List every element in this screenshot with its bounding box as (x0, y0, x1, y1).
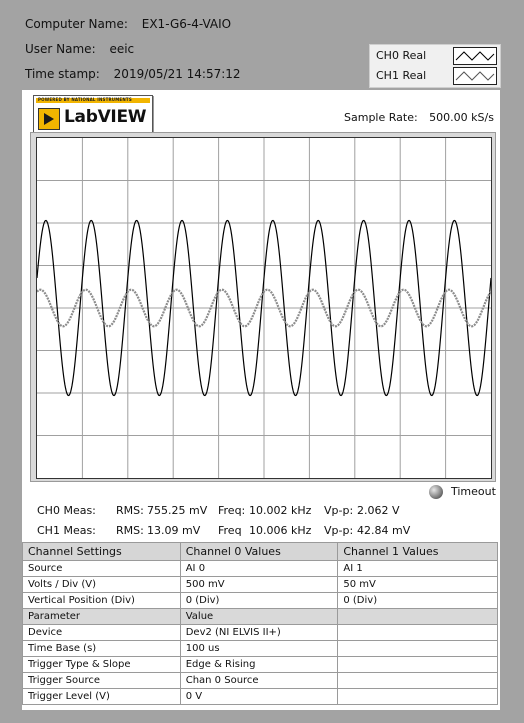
table-cell: Time Base (s) (22, 640, 181, 657)
user-name-label: User Name: (25, 42, 96, 56)
plot-grid (37, 138, 491, 478)
sample-rate-value: 500.00 kS/s (429, 111, 494, 124)
parameter-header-row: Parameter Value (22, 608, 498, 625)
waveform-chart (37, 138, 491, 478)
report-panel: POWERED BY NATIONAL INSTRUMENTS LabVIEW … (22, 90, 500, 710)
table-cell (337, 640, 498, 657)
table-row: Volts / Div (V) 500 mV 50 mV (22, 576, 498, 593)
table-cell: 0 (Div) (337, 592, 498, 609)
header-cell (337, 608, 498, 625)
legend-ch0-wave-icon (455, 51, 495, 61)
timeout-led-icon (429, 485, 443, 499)
time-stamp-row: Time stamp: 2019/05/21 14:57:12 (25, 67, 241, 81)
settings-header-row: Channel Settings Channel 0 Values Channe… (22, 542, 498, 561)
table-cell: Trigger Source (22, 672, 181, 689)
ch1-freq-value: 10.006 kHz (249, 524, 312, 537)
legend-ch0-label: CH0 Real (376, 49, 427, 62)
table-cell: AI 0 (179, 560, 339, 577)
sample-rate: Sample Rate: 500.00 kS/s (344, 111, 494, 124)
table-cell (337, 624, 498, 641)
user-name-row: User Name: eeic (25, 42, 134, 56)
ch1-vpp-label: Vp-p: (324, 524, 354, 537)
ch0-rms-value: 755.25 mV (147, 504, 208, 517)
plot-legend[interactable]: CH0 Real CH1 Real (369, 44, 501, 88)
computer-name-row: Computer Name: EX1-G6-4-VAIO (25, 17, 231, 31)
computer-name-label: Computer Name: (25, 17, 128, 31)
header-cell: Channel Settings (22, 542, 181, 561)
legend-ch1-label: CH1 Real (376, 69, 427, 82)
table-cell: 100 us (179, 640, 339, 657)
table-row: Source AI 0 AI 1 (22, 560, 498, 577)
table-row: Vertical Position (Div) 0 (Div) 0 (Div) (22, 592, 498, 609)
time-stamp-value: 2019/05/21 14:57:12 (113, 67, 241, 81)
user-name-value: eeic (109, 42, 135, 56)
ch0-meas-label: CH0 Meas: (37, 504, 96, 517)
table-cell: 0 (Div) (179, 592, 339, 609)
table-cell: AI 1 (337, 560, 498, 577)
waveform-plot-area[interactable] (36, 137, 492, 479)
ch0-rms-label: RMS: (116, 504, 144, 517)
logo-powered-text: POWERED BY NATIONAL INSTRUMENTS (38, 97, 132, 102)
table-row: Device Dev2 (NI ELVIS II+) (22, 624, 498, 641)
ch0-freq-value: 10.002 kHz (249, 504, 312, 517)
table-cell (337, 656, 498, 673)
table-cell: 500 mV (179, 576, 339, 593)
table-row: Trigger Level (V) 0 V (22, 688, 498, 705)
table-cell: Device (22, 624, 181, 641)
logo-text: LabVIEW (64, 107, 147, 127)
legend-ch1-wave-icon (455, 71, 495, 81)
header-cell: Parameter (22, 608, 181, 625)
ch1-meas-label: CH1 Meas: (37, 524, 96, 537)
table-cell: Trigger Level (V) (22, 688, 181, 705)
table-cell: Vertical Position (Div) (22, 592, 181, 609)
timeout-label: Timeout (451, 485, 496, 498)
time-stamp-label: Time stamp: (25, 67, 100, 81)
ch1-rms-label: RMS: (116, 524, 144, 537)
table-row: Time Base (s) 100 us (22, 640, 498, 657)
table-cell: Chan 0 Source (179, 672, 339, 689)
table-cell: 50 mV (337, 576, 498, 593)
table-cell: Trigger Type & Slope (22, 656, 181, 673)
table-cell: Edge & Rising (179, 656, 339, 673)
table-cell: Volts / Div (V) (22, 576, 181, 593)
table-cell: 0 V (179, 688, 339, 705)
labview-glyph-icon (38, 108, 60, 130)
table-cell (337, 688, 498, 705)
legend-ch0-swatch[interactable] (453, 47, 497, 65)
computer-name-value: EX1-G6-4-VAIO (141, 17, 232, 31)
table-cell (337, 672, 498, 689)
table-row: Trigger Type & Slope Edge & Rising (22, 656, 498, 673)
waveform-graph-frame (30, 132, 496, 482)
legend-ch1-swatch[interactable] (453, 67, 497, 85)
table-cell: Source (22, 560, 181, 577)
sample-rate-label: Sample Rate: (344, 111, 418, 124)
ch1-rms-value: 13.09 mV (147, 524, 201, 537)
ch1-freq-label: Freq (218, 524, 242, 537)
header-cell: Channel 0 Values (179, 542, 339, 561)
ch1-vpp-value: 42.84 mV (357, 524, 411, 537)
table-cell: Dev2 (NI ELVIS II+) (179, 624, 339, 641)
table-row: Trigger Source Chan 0 Source (22, 672, 498, 689)
header-cell: Value (179, 608, 339, 625)
ch0-freq-label: Freq: (218, 504, 246, 517)
header-cell: Channel 1 Values (337, 542, 498, 561)
labview-logo: POWERED BY NATIONAL INSTRUMENTS LabVIEW (33, 95, 153, 133)
ch0-vpp-value: 2.062 V (357, 504, 400, 517)
ch0-vpp-label: Vp-p: (324, 504, 354, 517)
settings-table: Channel Settings Channel 0 Values Channe… (22, 542, 498, 705)
